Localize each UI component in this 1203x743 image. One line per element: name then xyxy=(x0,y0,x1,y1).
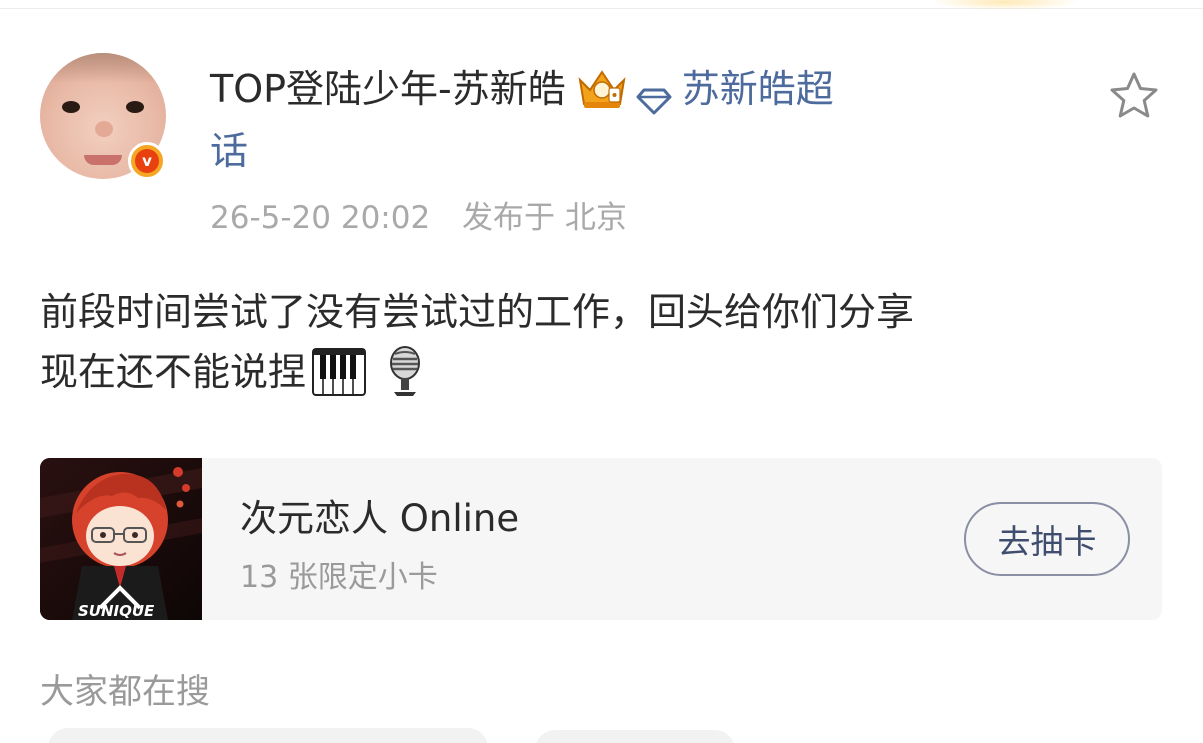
game-card-title: 次元恋人 Online xyxy=(240,497,520,540)
author-header: TOP登陆少年-苏新皓 苏新皓超 话 xyxy=(210,60,990,180)
post-meta: 26-5-20 20:02 发布于 北京 xyxy=(210,192,627,237)
top-highlight xyxy=(930,0,1080,10)
trending-search-chip[interactable] xyxy=(48,728,488,743)
crown-badge-icon[interactable] xyxy=(576,66,628,112)
piano-keyboard-icon xyxy=(312,348,367,396)
post-content: 前段时间尝试了没有尝试过的工作，回头给你们分享 现在还不能说捏 xyxy=(40,282,1170,402)
trending-search-chip[interactable] xyxy=(535,730,735,743)
game-card[interactable]: SUNIQUE 次元恋人 Online 13 张限定小卡 去抽卡 xyxy=(40,458,1162,620)
post-location: 发布于 北京 xyxy=(462,200,627,236)
avatar[interactable]: v xyxy=(40,53,168,181)
draw-card-button[interactable]: 去抽卡 xyxy=(964,502,1130,576)
weibo-post-page: v TOP登陆少年-苏新皓 苏新皓超 话 26-5-20 20:02 发布于 北… xyxy=(0,0,1203,743)
trending-search-title: 大家都在搜 xyxy=(40,672,210,712)
star-outline-icon xyxy=(1110,72,1158,118)
content-line-2: 现在还不能说捏 xyxy=(40,350,307,394)
diamond-icon xyxy=(636,74,672,115)
content-line-1: 前段时间尝试了没有尝试过的工作，回头给你们分享 xyxy=(40,290,915,334)
super-topic-link[interactable]: 苏新皓超 xyxy=(682,60,834,118)
microphone-icon xyxy=(382,346,428,398)
post-timestamp: 26-5-20 20:02 xyxy=(210,200,431,236)
verified-v-icon: v xyxy=(128,142,166,180)
game-card-subtitle: 13 张限定小卡 xyxy=(240,560,438,595)
brand-logo-text: SUNIQUE xyxy=(78,602,155,620)
super-topic-link-tail[interactable]: 话 xyxy=(210,122,990,180)
author-name[interactable]: TOP登陆少年-苏新皓 xyxy=(210,60,566,118)
game-card-thumbnail: SUNIQUE xyxy=(40,458,202,620)
favorite-button[interactable] xyxy=(1108,70,1160,122)
